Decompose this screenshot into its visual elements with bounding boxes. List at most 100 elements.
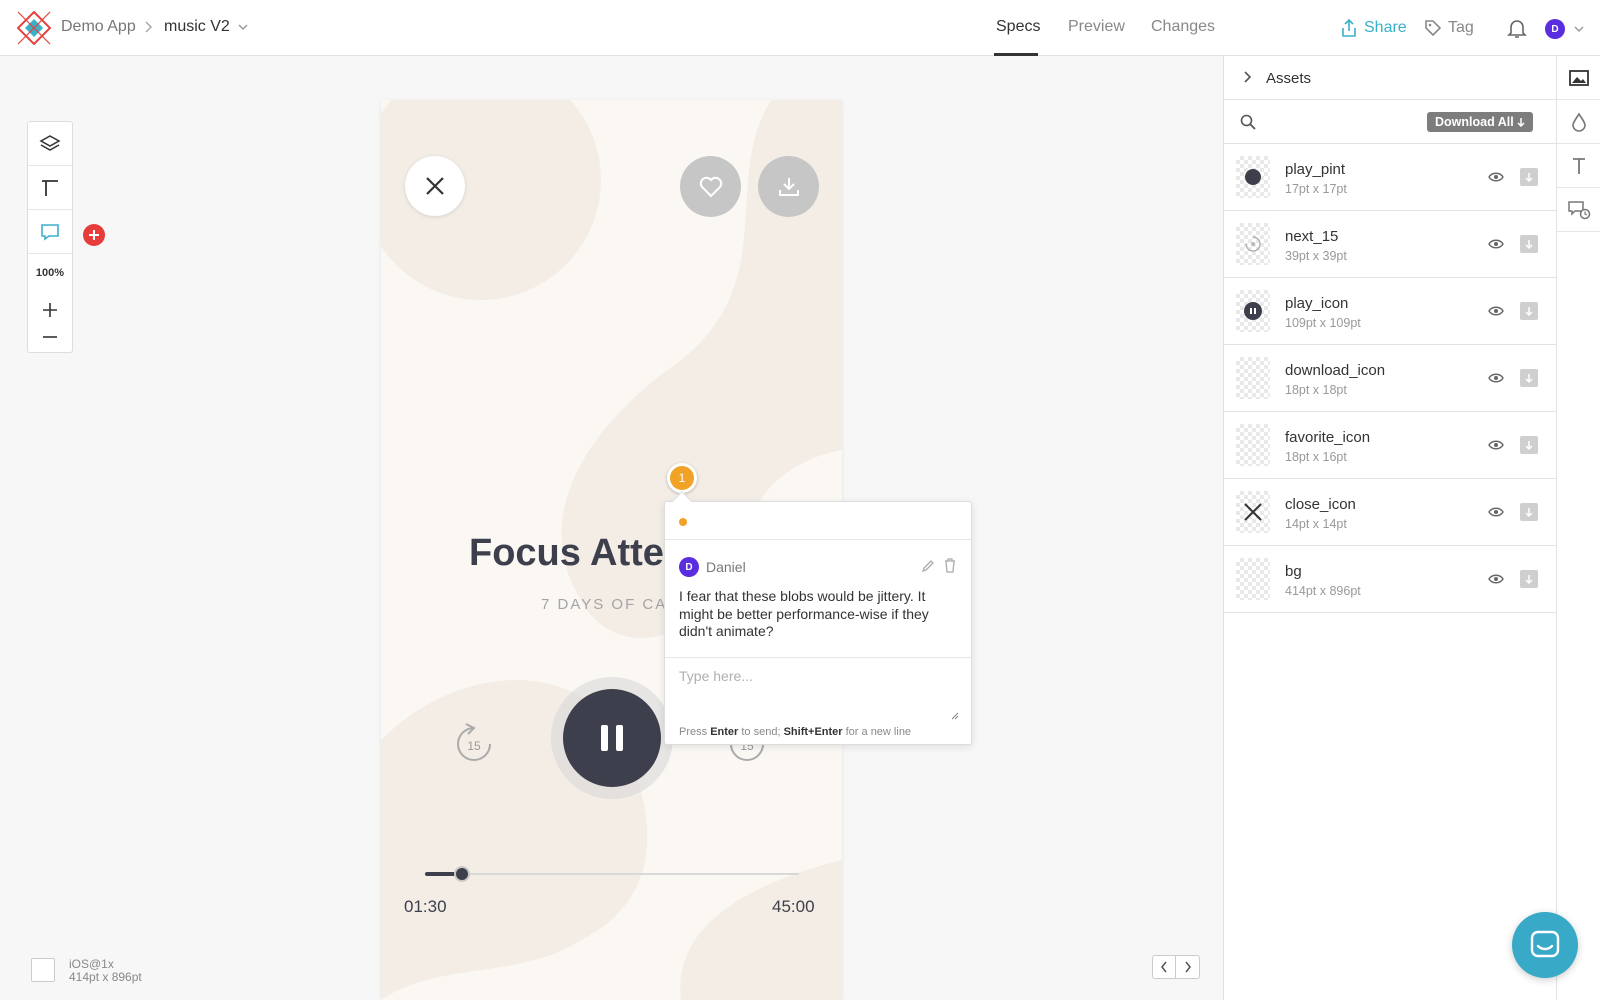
ruler-icon [42,179,58,196]
add-comment-button[interactable] [83,224,105,246]
chat-support-button[interactable] [1512,912,1578,978]
eye-icon[interactable] [1488,238,1504,250]
layers-tool[interactable] [28,122,72,166]
asset-size: 109pt x 109pt [1285,316,1361,330]
share-button[interactable]: Share [1340,16,1407,40]
asset-row[interactable]: download_icon 18pt x 18pt [1224,345,1556,412]
arrow-down-icon [1517,118,1525,127]
favorite-button[interactable] [680,156,741,217]
asset-download-button[interactable] [1520,570,1538,588]
bell-icon[interactable] [1506,17,1528,39]
asset-download-button[interactable] [1520,503,1538,521]
device-size: 414pt x 896pt [69,970,142,984]
asset-name: play_icon [1285,295,1349,312]
asset-download-button[interactable] [1520,436,1538,454]
breadcrumb-app[interactable]: Demo App [61,18,136,36]
rewind-15-icon[interactable]: 15 [454,722,494,766]
asset-thumbnail [1236,558,1270,600]
zoom-level: 100% [35,267,65,279]
asset-download-button[interactable] [1520,369,1538,387]
next-screen-button[interactable] [1176,956,1199,978]
asset-size: 39pt x 39pt [1285,249,1347,263]
pencil-icon[interactable] [921,559,935,573]
hint-send: to send; [741,726,781,738]
download-all-button[interactable]: Download All [1427,112,1533,132]
asset-size: 18pt x 16pt [1285,450,1347,464]
comment-tool[interactable] [28,210,72,254]
measure-tool[interactable] [28,166,72,210]
image-icon [1568,69,1589,86]
time-total: 45:00 [772,897,815,916]
active-tab-indicator [994,53,1038,56]
close-button[interactable] [405,156,465,216]
asset-size: 18pt x 18pt [1285,383,1347,397]
asset-thumbnail [1236,223,1270,265]
asset-row[interactable]: play_icon 109pt x 109pt [1224,278,1556,345]
comment-pin[interactable]: 1 [667,463,697,493]
assets-panel-header[interactable]: Assets [1224,56,1556,100]
asset-row[interactable]: bg 414pt x 896pt [1224,546,1556,613]
eye-icon[interactable] [1488,439,1504,451]
status-dot-icon[interactable] [679,518,687,526]
eye-icon[interactable] [1488,573,1504,585]
download-button[interactable] [758,156,819,217]
hint-newline: for a new line [845,726,912,738]
comment-header [665,502,971,540]
download-icon [778,177,799,196]
close-icon [426,177,444,195]
hint-press: Press [679,726,708,738]
tab-changes[interactable]: Changes [1151,18,1215,36]
asset-name: play_pint [1285,161,1346,178]
next-15-icon [1245,236,1261,252]
comment-author: Daniel [706,559,746,575]
plus-icon[interactable] [40,300,60,320]
search-icon [1240,114,1256,130]
close-icon [1244,503,1262,521]
app-logo-icon[interactable] [17,11,51,45]
tab-preview[interactable]: Preview [1068,18,1125,36]
eye-icon[interactable] [1488,305,1504,317]
asset-thumbnail [1236,156,1270,198]
asset-name: close_icon [1285,496,1356,513]
chevron-right-icon[interactable] [1242,70,1252,84]
tag-icon [1425,20,1442,37]
user-avatar[interactable]: D [1545,19,1565,39]
assets-search-input[interactable] [1264,110,1414,134]
rail-typography[interactable] [1557,144,1600,188]
rail-comments[interactable] [1557,188,1600,232]
rewind-label: 15 [467,739,481,753]
assets-panel-title: Assets [1266,70,1312,87]
breadcrumb-project[interactable]: music V2 [164,18,230,36]
asset-download-button[interactable] [1520,302,1538,320]
eye-icon[interactable] [1488,372,1504,384]
canvas-toolbar: 100% [27,121,73,353]
time-current: 01:30 [404,897,447,916]
download-all-label: Download All [1435,115,1514,129]
eye-icon[interactable] [1488,506,1504,518]
resize-grip-icon[interactable] [949,710,959,720]
pause-button[interactable] [563,689,661,787]
tag-button[interactable]: Tag [1424,16,1474,40]
rail-colors[interactable] [1557,100,1600,144]
tab-specs[interactable]: Specs [996,18,1040,36]
reply-input[interactable] [679,668,959,716]
asset-download-button[interactable] [1520,168,1538,186]
asset-row[interactable]: next_15 39pt x 39pt [1224,211,1556,278]
asset-row[interactable]: favorite_icon 18pt x 16pt [1224,412,1556,479]
device-checkbox[interactable] [31,958,55,982]
minus-icon[interactable] [40,327,60,347]
chevron-down-icon[interactable] [1573,24,1585,34]
tag-label: Tag [1448,19,1474,36]
asset-download-button[interactable] [1520,235,1538,253]
trash-icon[interactable] [943,558,957,573]
screen-navigation [1152,955,1200,979]
rail-assets[interactable] [1557,56,1600,100]
progress-track[interactable] [425,873,799,875]
eye-icon[interactable] [1488,171,1504,183]
chevron-down-icon[interactable] [237,22,249,32]
previous-screen-button[interactable] [1153,956,1176,978]
share-label: Share [1364,19,1407,36]
asset-row[interactable]: play_pint 17pt x 17pt [1224,144,1556,211]
asset-row[interactable]: close_icon 14pt x 14pt [1224,479,1556,546]
reply-hint: Press Enter to send; Shift+Enter for a n… [679,726,911,738]
